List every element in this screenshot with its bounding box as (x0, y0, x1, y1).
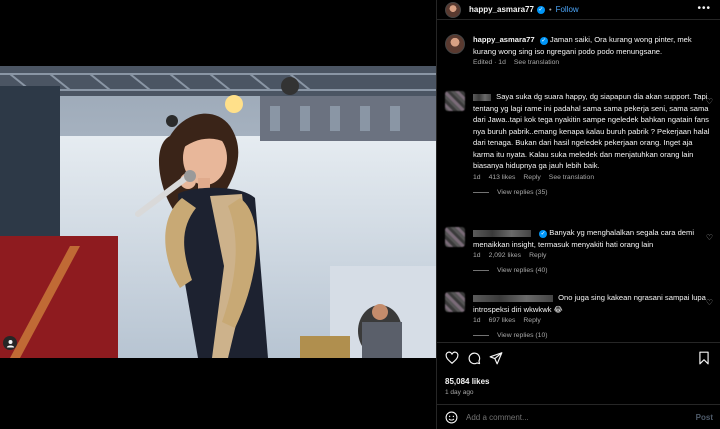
heart-icon[interactable] (445, 351, 459, 365)
view-replies-button[interactable]: View replies (40) (473, 267, 713, 274)
header-separator: • (548, 5, 552, 14)
follow-button[interactable]: Follow (556, 5, 579, 14)
commenter-avatar[interactable] (445, 91, 465, 111)
like-comment-heart-icon[interactable]: ♡ (706, 298, 713, 307)
post-timestamp: 1 day ago (445, 389, 474, 396)
concert-photo-illustration (0, 66, 436, 358)
commenter-avatar[interactable] (445, 292, 465, 312)
action-icons (445, 351, 503, 365)
post-side-panel: happy_asmara77 ✓ • Follow ••• happy_asma… (436, 0, 720, 429)
comment-body: ✓ Banyak yg menghalalkan segala cara dem… (473, 227, 713, 250)
comment-input[interactable] (466, 412, 666, 422)
comment-item: ✓ Banyak yg menghalalkan segala cara dem… (445, 227, 713, 274)
comments-list[interactable]: happy_asmara77 ✓ Jaman saiki, Ora kurang… (437, 21, 720, 342)
post-header: happy_asmara77 ✓ • Follow ••• (437, 0, 720, 20)
commenter-username-redacted[interactable] (473, 229, 531, 237)
like-comment-heart-icon[interactable]: ♡ (706, 233, 713, 242)
view-replies-label: View replies (40) (497, 267, 548, 274)
caption-username[interactable]: happy_asmara77 (473, 35, 535, 44)
view-replies-label: View replies (10) (497, 332, 548, 339)
comment-meta: 1d 697 likes Reply (473, 317, 713, 324)
replies-divider (473, 335, 489, 336)
comment-icon[interactable] (467, 351, 481, 365)
post-comment-button[interactable]: Post (696, 413, 713, 422)
comment-meta: 1d 413 likes Reply See translation (473, 174, 713, 181)
comment-time: 1d (473, 317, 481, 324)
comment-composer: Post (437, 404, 720, 429)
see-translation-link[interactable]: See translation (549, 174, 594, 181)
caption: happy_asmara77 ✓ Jaman saiki, Ora kurang… (445, 34, 713, 66)
comment-likes[interactable]: 413 likes (489, 174, 516, 181)
verified-badge-icon: ✓ (536, 5, 545, 14)
commenter-username-redacted[interactable] (473, 294, 553, 302)
comment-body: Saya suka dg suara happy, dg siapapun di… (473, 91, 713, 172)
comment-time: 1d (473, 252, 481, 259)
share-icon[interactable] (489, 351, 503, 365)
author-username[interactable]: happy_asmara77 (469, 5, 534, 14)
caption-edited-time: Edited · 1d (473, 59, 506, 66)
commenter-username-redacted[interactable] (473, 93, 491, 101)
comment-item: Saya suka dg suara happy, dg siapapun di… (445, 91, 713, 196)
emoji-icon[interactable] (445, 411, 458, 424)
bookmark-icon[interactable] (697, 351, 711, 365)
comment-likes[interactable]: 697 likes (489, 317, 516, 324)
save-button[interactable] (697, 351, 711, 367)
reply-button[interactable]: Reply (529, 252, 546, 259)
author-avatar[interactable] (445, 1, 461, 18)
comment-body: Ono juga sing kakean ngrasani sampai lup… (473, 292, 713, 315)
commenter-avatar[interactable] (445, 227, 465, 247)
post-media (0, 0, 436, 429)
reply-button[interactable]: Reply (523, 317, 540, 324)
see-translation-link[interactable]: See translation (514, 59, 559, 66)
view-replies-button[interactable]: View replies (10) (473, 332, 713, 339)
view-replies-button[interactable]: View replies (35) (473, 189, 713, 196)
caption-body: happy_asmara77 ✓ Jaman saiki, Ora kurang… (473, 34, 713, 57)
user-tag-icon[interactable] (3, 336, 17, 350)
post-like-count[interactable]: 85,084 likes (445, 377, 489, 386)
comment-likes[interactable]: 2,092 likes (489, 252, 522, 259)
post-photo[interactable] (0, 66, 436, 358)
comment-item: Ono juga sing kakean ngrasani sampai lup… (445, 292, 713, 339)
more-options-icon[interactable]: ••• (697, 3, 711, 14)
post-actions: 85,084 likes 1 day ago (437, 342, 720, 408)
caption-meta: Edited · 1d See translation (473, 59, 713, 66)
caption-avatar[interactable] (445, 34, 465, 54)
comment-text: Saya suka dg suara happy, dg siapapun di… (473, 92, 710, 170)
reply-button[interactable]: Reply (523, 174, 540, 181)
replies-divider (473, 191, 489, 193)
comment-meta: 1d 2,092 likes Reply (473, 252, 713, 259)
comment-time: 1d (473, 173, 481, 181)
replies-divider (473, 270, 489, 271)
view-replies-label: View replies (35) (497, 188, 548, 196)
like-comment-heart-icon[interactable]: ♡ (706, 97, 713, 106)
verified-badge-icon: ✓ (539, 37, 548, 45)
verified-badge-icon: ✓ (539, 230, 548, 238)
